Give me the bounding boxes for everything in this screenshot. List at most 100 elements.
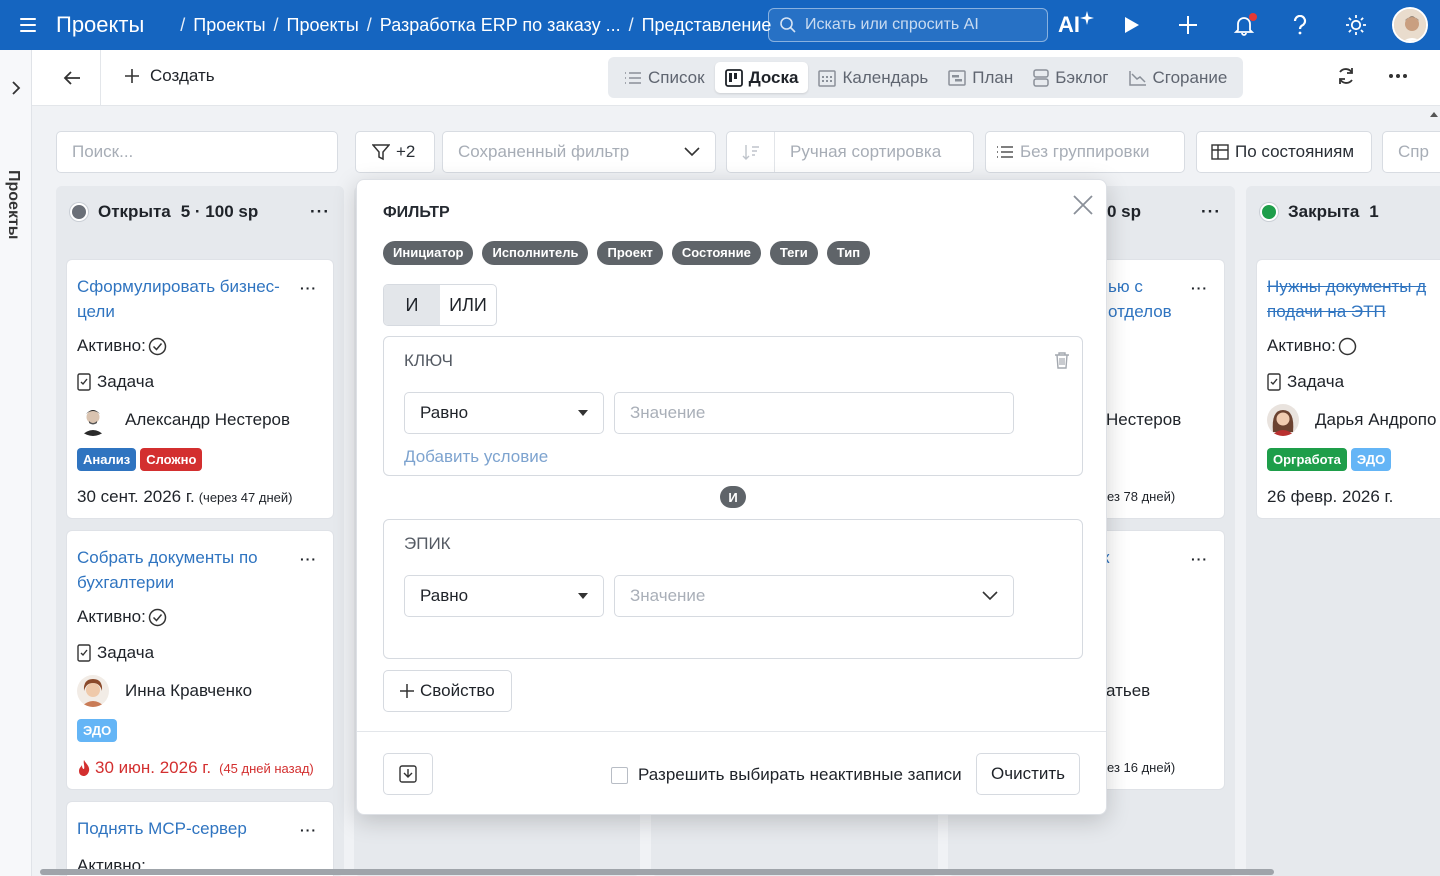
global-search-input[interactable]: Искать или спросить AI xyxy=(768,8,1048,42)
breadcrumb-current: Представление xyxy=(641,14,772,35)
chip-project[interactable]: Проект xyxy=(597,241,663,265)
state-dot xyxy=(1260,203,1278,221)
task-card[interactable]: Поднять MCP-сервер ··· Активно: xyxy=(66,801,334,876)
sort-direction-button[interactable] xyxy=(727,132,775,172)
card-assignee-row: Дарья Андропо xyxy=(1267,404,1436,436)
breadcrumb-item[interactable]: Разработка ERP по заказу ... xyxy=(380,15,621,36)
task-card[interactable]: Собрать документы по бухгалтерии ··· Акт… xyxy=(66,530,334,790)
close-icon[interactable] xyxy=(1072,194,1094,216)
user-avatar[interactable] xyxy=(1392,7,1428,43)
chip-state[interactable]: Состояние xyxy=(671,241,761,265)
assignee-photo-icon xyxy=(1267,404,1299,436)
help-button[interactable] xyxy=(1272,0,1328,50)
card-title[interactable]: Поднять MCP-сервер xyxy=(77,816,287,841)
list-icon xyxy=(997,146,1013,158)
assignee-name[interactable]: Инна Кравченко xyxy=(125,681,252,701)
column-header: Закрыта 1 xyxy=(1246,186,1440,238)
card-tags: Оргработа ЭДО xyxy=(1267,448,1395,471)
checkbox[interactable] xyxy=(611,766,628,784)
save-filter-button[interactable] xyxy=(383,753,433,795)
add-property-label: Свойство xyxy=(420,681,495,700)
logic-and-button[interactable]: И xyxy=(384,285,440,325)
tab-board[interactable]: Доска xyxy=(714,62,809,93)
column-menu-icon[interactable]: ··· xyxy=(310,202,330,222)
task-card[interactable]: Нужны документы д подачи на ЭТП Активно: … xyxy=(1256,259,1440,519)
breadcrumb-item[interactable]: Проекты xyxy=(193,15,265,36)
breadcrumb-item[interactable]: Проекты xyxy=(287,15,359,36)
active-label: Активно: xyxy=(77,607,146,626)
left-rail: Проекты xyxy=(0,50,32,876)
chevron-down-icon xyxy=(982,591,998,601)
column-menu-icon[interactable]: ··· xyxy=(1201,202,1221,222)
card-title[interactable]: ью с отделов xyxy=(1108,274,1172,324)
card-due-row: 30 сент. 2026 г. (через 47 дней) xyxy=(77,487,292,507)
card-title[interactable]: Нужны документы д подачи на ЭТП xyxy=(1267,274,1426,324)
card-assignee-row: Александр Нестеров xyxy=(77,404,290,436)
breadcrumb: / Проекты / Проекты / Разработка ERP по … xyxy=(172,15,771,36)
horizontal-scrollbar[interactable] xyxy=(40,869,1274,875)
add-condition-link[interactable]: Добавить условие xyxy=(404,447,548,467)
trash-icon[interactable] xyxy=(1054,351,1070,369)
tab-burndown[interactable]: Сгорание xyxy=(1119,62,1238,93)
expand-sidebar-icon[interactable] xyxy=(10,80,22,96)
chip-type[interactable]: Тип xyxy=(826,241,871,265)
condition-value-input[interactable]: Значение xyxy=(614,392,1014,434)
assignee-name[interactable]: Дарья Андропо xyxy=(1315,410,1436,430)
saved-filter-select[interactable]: Сохраненный фильтр xyxy=(442,131,716,173)
chip-assignee[interactable]: Исполнитель xyxy=(482,241,589,265)
logic-or-button[interactable]: ИЛИ xyxy=(440,285,496,325)
tab-plan[interactable]: План xyxy=(938,62,1023,93)
assignee-photo-icon xyxy=(77,675,109,707)
active-label: Активно: xyxy=(1267,336,1336,355)
avatar xyxy=(1267,404,1299,436)
by-state-label: По состояниям xyxy=(1235,142,1355,161)
card-menu-icon[interactable]: ··· xyxy=(1191,551,1208,567)
card-menu-icon[interactable]: ··· xyxy=(300,551,317,567)
more-icon[interactable] xyxy=(1388,73,1408,79)
vertical-scrollbar[interactable] xyxy=(1430,106,1438,876)
board-search-input[interactable]: Поиск... xyxy=(56,131,338,173)
chip-initiator[interactable]: Инициатор xyxy=(383,241,474,265)
tab-backlog[interactable]: Бэклог xyxy=(1023,62,1118,93)
allow-inactive-checkbox[interactable]: Разрешить выбирать неактивные записи xyxy=(611,765,962,785)
task-icon xyxy=(77,644,91,662)
back-arrow-icon[interactable] xyxy=(62,68,82,88)
filter-title: ФИЛЬТР xyxy=(383,204,450,221)
chip-tags[interactable]: Теги xyxy=(769,241,818,265)
add-property-button[interactable]: Свойство xyxy=(383,670,512,712)
clear-button[interactable]: Очистить xyxy=(976,753,1081,795)
grouping-select[interactable]: Без группировки xyxy=(985,131,1185,173)
view-switcher: Список Доска Календарь План Бэклог Сгора… xyxy=(608,57,1244,98)
card-title[interactable]: Собрать документы по бухгалтерии xyxy=(77,545,287,595)
tab-list[interactable]: Список xyxy=(614,62,715,93)
play-button[interactable] xyxy=(1104,0,1160,50)
card-menu-icon[interactable]: ··· xyxy=(300,822,317,838)
operator-select[interactable]: Равно xyxy=(404,392,604,434)
ai-assistant-button[interactable]: AI xyxy=(1048,0,1104,50)
rail-label[interactable]: Проекты xyxy=(4,170,22,239)
create-button[interactable]: Создать xyxy=(124,66,215,86)
column-header: Открыта 5 · 100 sp ··· xyxy=(56,186,344,238)
task-card[interactable]: Сформулировать бизнес-цели ··· Активно: … xyxy=(66,259,334,519)
operator-select[interactable]: Равно xyxy=(404,575,604,617)
sort-select[interactable]: Ручная сортировка xyxy=(726,131,974,173)
theme-toggle-button[interactable] xyxy=(1328,0,1384,50)
sun-icon xyxy=(1346,15,1366,35)
filter-button[interactable]: +2 xyxy=(355,131,435,173)
scroll-up-icon[interactable] xyxy=(1430,111,1438,119)
notifications-button[interactable] xyxy=(1216,0,1272,50)
menu-icon[interactable] xyxy=(20,18,42,32)
app-title[interactable]: Проекты xyxy=(56,12,144,38)
assignee-name[interactable]: Александр Нестеров xyxy=(125,410,290,430)
card-menu-icon[interactable]: ··· xyxy=(300,280,317,296)
card-title[interactable]: Сформулировать бизнес-цели xyxy=(77,274,297,324)
card-menu-icon[interactable]: ··· xyxy=(1191,280,1208,296)
condition-value-select[interactable]: Значение xyxy=(614,575,1014,617)
card-due-row: 30 июн. 2026 г. (45 дней назад) xyxy=(77,758,314,778)
grouping-placeholder: Без группировки xyxy=(1020,142,1150,161)
refresh-icon[interactable] xyxy=(1336,66,1356,86)
by-state-button[interactable]: По состояниям xyxy=(1196,131,1372,173)
tab-calendar[interactable]: Календарь xyxy=(808,62,938,93)
due-date: 30 сент. 2026 г. xyxy=(77,487,195,506)
add-button[interactable] xyxy=(1160,0,1216,50)
